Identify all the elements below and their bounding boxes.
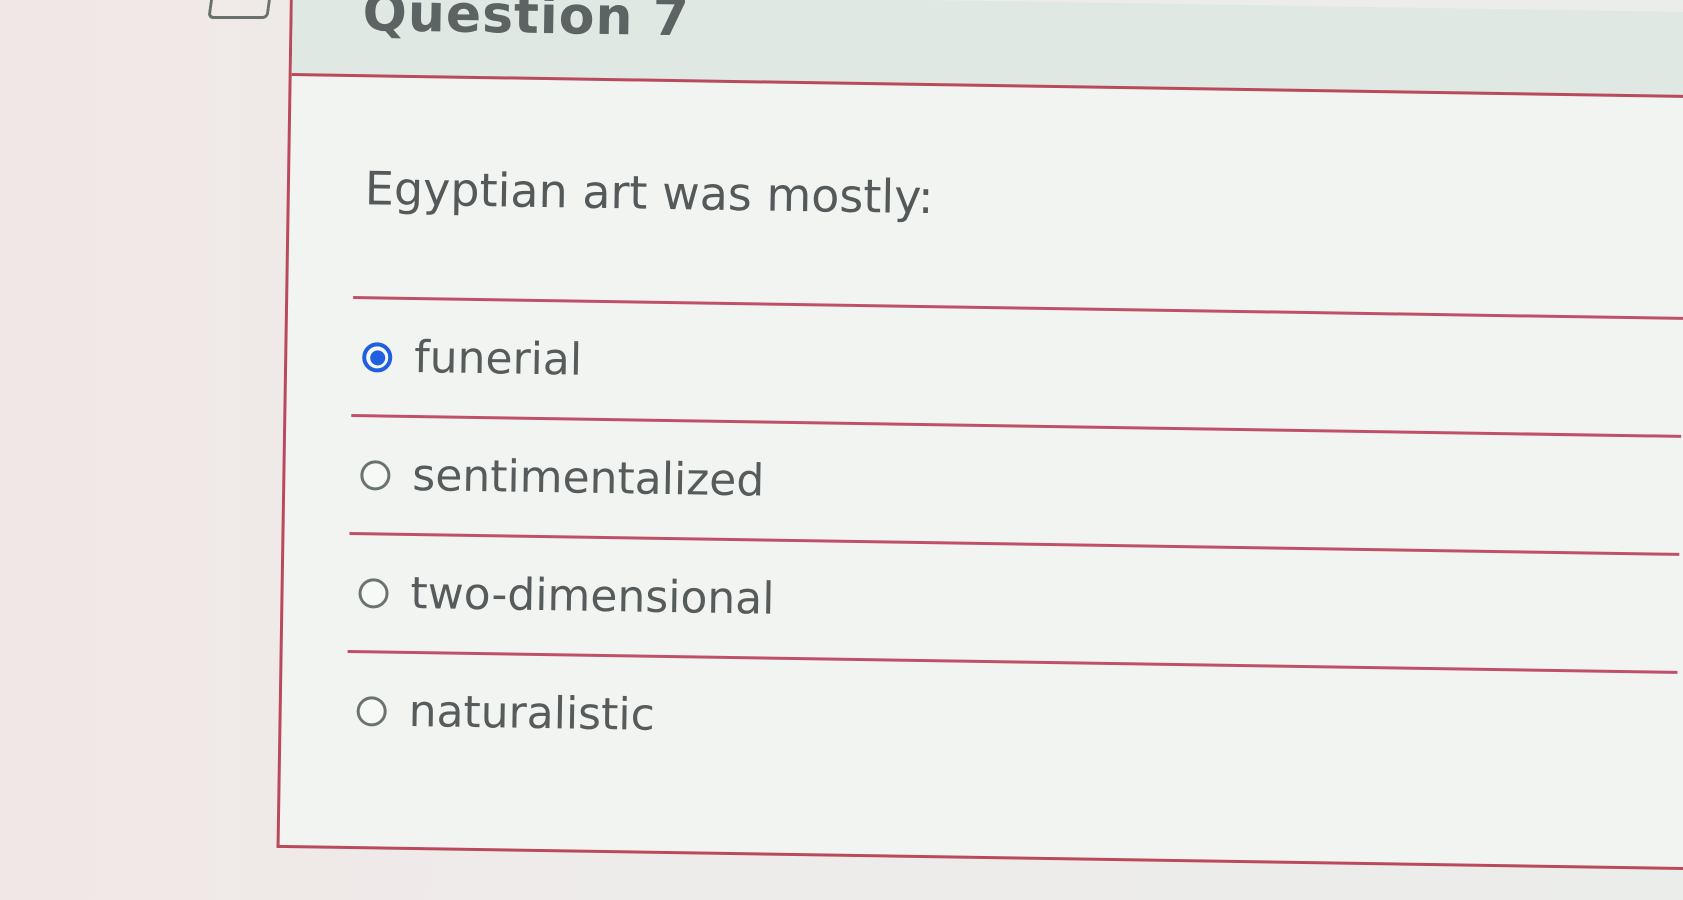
option-funerial[interactable]: funerial — [351, 299, 1683, 435]
question-header: Question 7 — [291, 0, 1683, 99]
option-label: naturalistic — [408, 685, 656, 741]
radio-sentimentalized[interactable] — [360, 459, 391, 491]
question-title: Question 7 — [362, 0, 691, 49]
page: Question 7 Egyptian art was mostly: fune… — [0, 0, 1683, 900]
answer-options: funerial sentimentalized two-dimensional… — [346, 296, 1683, 789]
option-label: sentimentalized — [411, 449, 765, 507]
option-sentimentalized[interactable]: sentimentalized — [349, 417, 1681, 553]
radio-funerial[interactable] — [362, 341, 393, 373]
radio-naturalistic[interactable] — [356, 695, 387, 727]
flag-icon[interactable] — [207, 0, 274, 19]
option-naturalistic[interactable]: naturalistic — [346, 653, 1678, 789]
option-label: two-dimensional — [410, 567, 775, 625]
question-prompt: Egyptian art was mostly: — [364, 161, 934, 225]
radio-two-dimensional[interactable] — [358, 577, 389, 609]
question-card: Question 7 Egyptian art was mostly: fune… — [276, 0, 1683, 871]
option-two-dimensional[interactable]: two-dimensional — [348, 535, 1680, 671]
option-label: funerial — [413, 332, 583, 386]
